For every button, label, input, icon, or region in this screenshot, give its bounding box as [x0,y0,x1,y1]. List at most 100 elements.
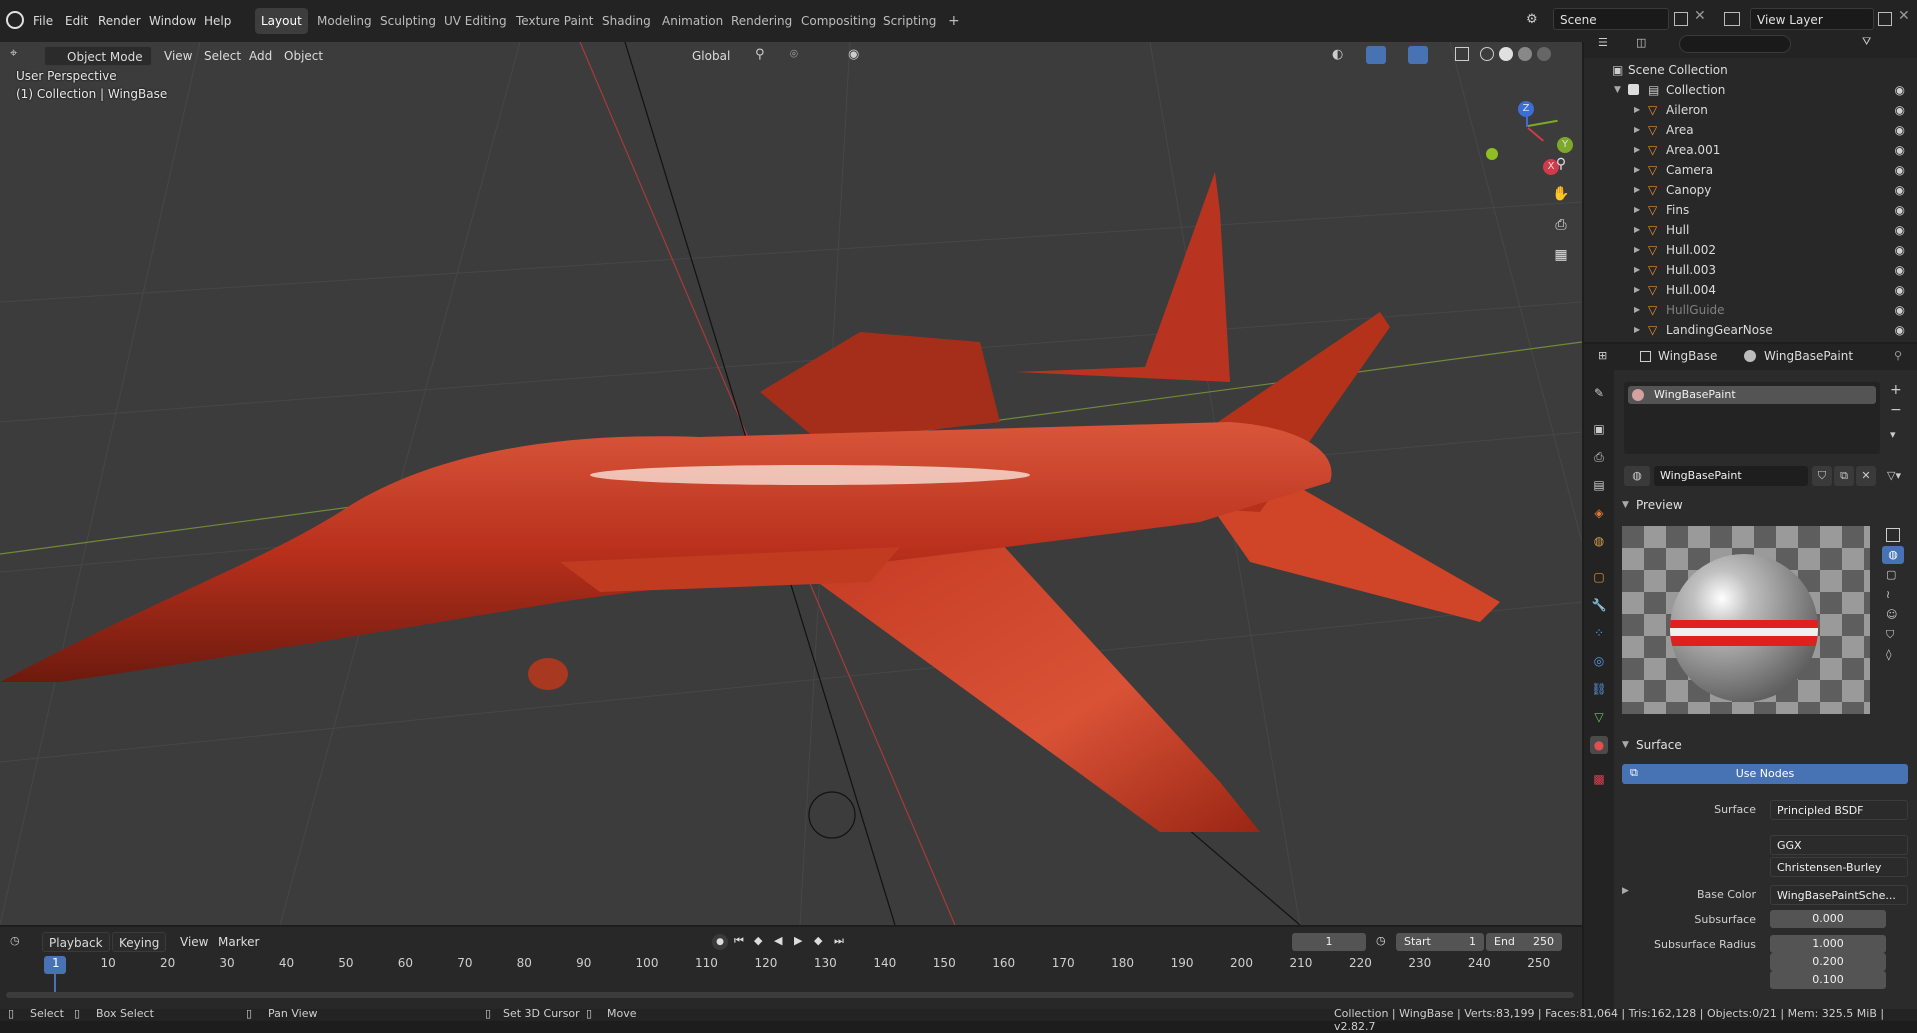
menu-render[interactable]: Render [98,0,141,42]
subsurface-field[interactable]: 0.000 [1770,910,1886,928]
add-workspace-button[interactable]: + [942,8,966,34]
shading-rendered-icon[interactable] [1537,47,1551,61]
zoom-icon[interactable]: ⚲ [1549,152,1573,176]
new-view-layer-icon[interactable] [1878,12,1892,26]
tab-uv-editing[interactable]: UV Editing [438,8,513,34]
aircraft-model[interactable] [0,172,1500,832]
subsurface-method-select[interactable]: Christensen-Burley [1770,857,1908,877]
material-name-field[interactable]: WingBasePaint [1654,466,1808,486]
keying-menu[interactable]: Keying [112,932,167,952]
material-browse-icon[interactable]: ◍ [1624,466,1650,486]
tab-sculpting[interactable]: Sculpting [374,8,442,34]
subsurface-radius-z-field[interactable]: 0.100 [1770,971,1886,989]
menu-help[interactable]: Help [204,0,231,42]
overlays-toggle-icon[interactable] [1408,46,1428,64]
jump-end-icon[interactable]: ⏭ [834,934,844,948]
collection-checkbox[interactable] [1628,84,1639,95]
tab-texture-paint[interactable]: Texture Paint [510,8,599,34]
preview-monkey-icon[interactable]: ☺ [1886,608,1897,621]
base-color-field[interactable]: WingBasePaintSche... [1770,885,1908,905]
collection-row[interactable]: ▼ ▤ Collection ◉ [1584,80,1917,100]
pivot-icon[interactable]: ⚲ [755,47,765,62]
view-layer-field[interactable]: View Layer [1750,8,1874,30]
expand-arrow-icon[interactable]: ▶ [1634,200,1640,220]
eye-icon[interactable]: ◉ [1895,260,1905,280]
timeline-editor-icon[interactable]: ◷ [10,934,20,947]
tab-layout[interactable]: Layout [255,8,308,34]
particles-tab-icon[interactable]: ⁘ [1590,624,1608,642]
expand-arrow-icon[interactable]: ▶ [1634,240,1640,260]
timeline-scrollbar[interactable] [6,992,1574,998]
preview-range-icon[interactable]: ◷ [1376,934,1386,947]
next-keyframe-icon[interactable]: ◆ [814,934,822,947]
preview-hair-icon[interactable]: ≀ [1886,588,1890,601]
constraints-tab-icon[interactable]: ⛓ [1590,680,1608,698]
mode-select[interactable]: Object Mode [44,46,152,66]
fake-user-icon[interactable]: ⛉ [1812,466,1832,486]
distribution-select[interactable]: GGX [1770,835,1908,855]
new-scene-icon[interactable] [1674,12,1688,26]
menu-edit[interactable]: Edit [65,0,88,42]
delete-scene-icon[interactable]: ✕ [1694,8,1706,24]
editor-type-icon[interactable]: ⌖ [10,46,17,61]
scene-collection-row[interactable]: ▣ Scene Collection [1584,60,1917,80]
expand-arrow-icon[interactable]: ▶ [1634,220,1640,240]
preview-cloth-icon[interactable]: ⛉ [1886,628,1894,642]
subsurface-radius-y-field[interactable]: 0.200 [1770,953,1886,971]
record-button[interactable]: ● [712,934,728,950]
eye-icon[interactable]: ◉ [1895,160,1905,180]
shading-wireframe-icon[interactable] [1480,47,1494,61]
prev-keyframe-icon[interactable]: ◆ [754,934,762,947]
menu-window[interactable]: Window [149,0,196,42]
eye-icon[interactable]: ◉ [1895,280,1905,300]
properties-type-icon[interactable]: ⊞ [1598,349,1607,362]
eye-icon[interactable]: ◉ [1895,220,1905,240]
outliner-item[interactable]: ▶ ▽ Hull.004 ◉ [1584,280,1917,300]
expand-arrow-icon[interactable]: ▶ [1634,280,1640,300]
start-frame-field[interactable]: Start 1 [1396,933,1484,951]
3d-viewport[interactable]: ⌖ Object Mode View Select Add Object Glo… [0,42,1582,925]
tab-shading[interactable]: Shading [596,8,657,34]
scene-icon[interactable]: ⚙ [1526,12,1538,27]
delete-view-layer-icon[interactable]: ✕ [1898,8,1910,24]
tab-animation[interactable]: Animation [656,8,729,34]
ortho-grid-icon[interactable]: ▦ [1549,243,1573,267]
texture-tab-icon[interactable]: ▩ [1590,770,1608,788]
tab-rendering[interactable]: Rendering [725,8,798,34]
eye-icon[interactable]: ◉ [1895,180,1905,200]
3d-cursor[interactable] [808,791,856,839]
use-nodes-button[interactable]: ⧉ Use Nodes [1622,764,1908,784]
expand-arrow-icon[interactable]: ▶ [1634,300,1640,320]
surface-panel-title[interactable]: Surface [1636,738,1682,752]
end-frame-field[interactable]: End 250 [1486,933,1562,951]
preview-cube-icon[interactable]: ▢ [1886,568,1896,581]
material-slot-item[interactable]: WingBasePaint [1628,386,1876,404]
eye-icon[interactable]: ◉ [1895,240,1905,260]
outliner-item[interactable]: ▶ ▽ Aileron ◉ [1584,100,1917,120]
shading-solid-icon[interactable] [1499,47,1513,61]
eye-icon[interactable]: ◉ [1895,120,1905,140]
gizmo-z-icon[interactable]: Z [1518,101,1534,117]
eye-icon[interactable]: ◉ [1895,320,1905,340]
object-tab-icon[interactable]: ▢ [1590,568,1608,586]
gizmo-y-icon[interactable]: Y [1557,137,1573,153]
expand-arrow-icon[interactable]: ▼ [1614,80,1621,100]
expand-arrow-icon[interactable]: ▶ [1634,320,1640,340]
base-color-expand-icon[interactable]: ▶ [1622,886,1629,896]
tab-modeling[interactable]: Modeling [311,8,378,34]
expand-arrow-icon[interactable]: ▶ [1634,160,1640,180]
preview-panel-arrow-icon[interactable]: ▼ [1622,500,1629,510]
outliner-item[interactable]: ▶ ▽ HullGuide ◉ [1584,300,1917,320]
visibility-icon[interactable]: ◐ [1332,47,1343,62]
xray-icon[interactable] [1455,47,1469,61]
jump-start-icon[interactable]: ⏮ [734,934,744,948]
marker-menu[interactable]: Marker [212,932,265,952]
remove-slot-button[interactable]: − [1890,402,1902,418]
outliner-item[interactable]: ▶ ▽ Area ◉ [1584,120,1917,140]
snap-icon[interactable]: ⌾ [790,47,798,62]
timeline-view-menu[interactable]: View [174,932,214,952]
expand-arrow-icon[interactable]: ▶ [1634,140,1640,160]
expand-arrow-icon[interactable]: ▶ [1634,260,1640,280]
camera-view-icon[interactable]: ⎙ [1549,213,1573,237]
preview-fluid-icon[interactable]: ◊ [1886,648,1891,661]
